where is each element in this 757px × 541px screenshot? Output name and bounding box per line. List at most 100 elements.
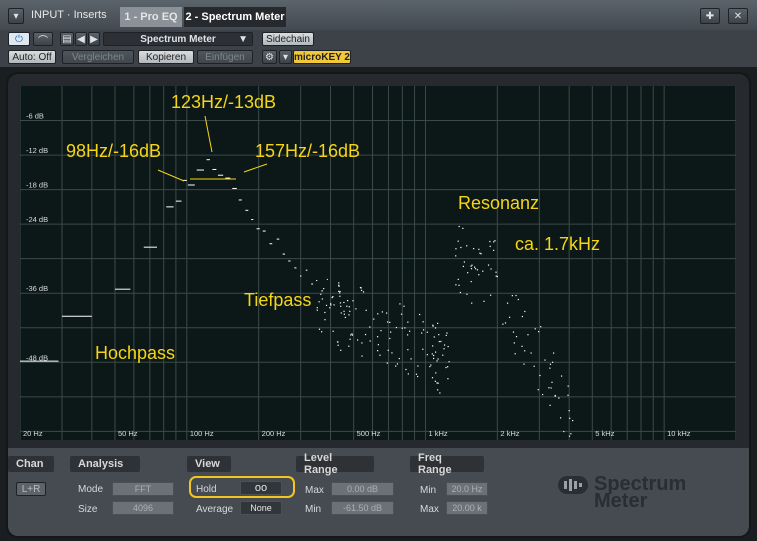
spectrum-point bbox=[493, 249, 495, 251]
spectrum-point bbox=[527, 334, 529, 336]
spectrum-point bbox=[417, 375, 419, 378]
spectrum-point bbox=[445, 334, 447, 336]
preset-list-icon[interactable]: ▤ bbox=[60, 32, 74, 46]
spectrum-point bbox=[348, 314, 350, 316]
auto-button[interactable]: Auto: Off bbox=[8, 50, 56, 64]
spectrum-point bbox=[324, 319, 326, 321]
gear-icon[interactable]: ⚙ bbox=[262, 50, 277, 64]
size-field[interactable]: 4096 bbox=[112, 501, 174, 515]
spectrum-point bbox=[395, 326, 398, 329]
copy-button[interactable]: Kopieren bbox=[138, 50, 194, 64]
spectrum-point bbox=[480, 253, 482, 255]
menu-dropdown-icon[interactable]: ▾ bbox=[8, 8, 24, 24]
spectrum-point bbox=[549, 363, 552, 365]
prev-preset-icon[interactable]: ◀ bbox=[75, 32, 87, 46]
spectrum-point bbox=[467, 272, 469, 274]
spectrum-point bbox=[381, 311, 383, 313]
pin-icon[interactable]: ✚ bbox=[700, 8, 720, 24]
hold-field[interactable]: oo bbox=[240, 481, 282, 495]
spectrum-point bbox=[433, 354, 435, 357]
spectrum-point bbox=[515, 335, 518, 338]
spectrum-point bbox=[344, 316, 346, 319]
preset-dropdown[interactable]: Spectrum Meter ▼ bbox=[103, 32, 253, 46]
sidechain-button[interactable]: Sidechain bbox=[262, 32, 314, 46]
spectrum-point bbox=[478, 274, 480, 276]
spectrum-point bbox=[377, 313, 379, 315]
spectrum-point bbox=[426, 331, 428, 333]
spectrum-point bbox=[400, 313, 403, 315]
spectrum-point bbox=[385, 312, 388, 314]
spectrum-point bbox=[458, 225, 460, 228]
spectrum-point bbox=[330, 304, 332, 306]
spectrum-point bbox=[544, 359, 546, 361]
spectrum-point bbox=[493, 241, 495, 243]
annotation-right: 157Hz/-16dB bbox=[255, 141, 361, 161]
spectrum-point bbox=[496, 275, 498, 278]
freq-max-field[interactable]: 20.00 k bbox=[446, 501, 488, 515]
tab-spectrum-meter[interactable]: 2 - Spectrum Meter bbox=[184, 7, 286, 27]
spectrum-point bbox=[442, 354, 444, 356]
close-icon[interactable]: ✕ bbox=[728, 8, 748, 24]
device-button[interactable]: microKEY 2 bbox=[293, 50, 351, 64]
annotation-peak: 123Hz/-13dB bbox=[171, 92, 277, 112]
spectrum-point bbox=[455, 248, 457, 250]
average-field[interactable]: None bbox=[240, 501, 282, 515]
spectrum-point bbox=[360, 289, 363, 292]
spectrum-point bbox=[511, 295, 513, 297]
spectrum-point bbox=[432, 325, 434, 327]
power-icon[interactable]: ⏻ bbox=[8, 32, 30, 46]
chan-section-title: Chan bbox=[8, 456, 54, 472]
spectrum-point bbox=[439, 392, 441, 394]
spectrum-point bbox=[476, 269, 479, 271]
bypass-icon[interactable]: ⌒ bbox=[33, 32, 53, 47]
spectrum-point bbox=[387, 349, 389, 351]
spectrum-point bbox=[403, 305, 405, 307]
spectrum-point bbox=[348, 306, 350, 308]
spectrum-point bbox=[409, 330, 411, 332]
level-max-field[interactable]: 0.00 dB bbox=[331, 482, 394, 496]
spectrum-point bbox=[325, 304, 328, 306]
spectrum-point bbox=[338, 290, 340, 292]
spectrum-point bbox=[330, 303, 332, 305]
spectrum-point bbox=[568, 410, 570, 412]
next-preset-icon[interactable]: ▶ bbox=[88, 32, 100, 46]
spectrum-point bbox=[426, 354, 428, 356]
spectrum-point bbox=[340, 305, 342, 307]
channel-button[interactable]: L+R bbox=[16, 482, 46, 496]
mode-label: Mode bbox=[78, 484, 104, 495]
spectrum-point bbox=[336, 341, 339, 343]
spectrum-point bbox=[558, 397, 560, 399]
spectrum-point bbox=[349, 338, 351, 340]
spectrum-point bbox=[542, 393, 544, 396]
spectrum-point bbox=[437, 382, 439, 384]
spectrum-point bbox=[515, 294, 517, 297]
spectrum-point bbox=[364, 333, 367, 336]
spectrum-point bbox=[462, 265, 464, 268]
spectrum-point bbox=[379, 354, 381, 356]
device-dropdown-icon[interactable]: ▾ bbox=[279, 50, 292, 64]
spectrum-point bbox=[434, 380, 436, 382]
spectrum-point bbox=[323, 287, 325, 290]
spectrum-point bbox=[459, 291, 461, 294]
spectrum-point bbox=[395, 365, 397, 367]
spectrum-point bbox=[389, 337, 391, 340]
spectrum-point bbox=[346, 300, 349, 302]
tab-pro-eq[interactable]: 1 - Pro EQ bbox=[120, 7, 182, 27]
chevron-down-icon: ▼ bbox=[238, 33, 248, 45]
spectrum-point bbox=[569, 417, 571, 419]
spectrum-point bbox=[470, 280, 472, 283]
paste-button[interactable]: Einfügen bbox=[197, 50, 253, 64]
spectrum-point bbox=[362, 291, 365, 293]
freq-min-field[interactable]: 20.0 Hz bbox=[446, 482, 488, 496]
level-min-field[interactable]: -61.50 dB bbox=[331, 501, 394, 515]
spectrum-point bbox=[567, 394, 569, 396]
brand-line2: Meter bbox=[594, 490, 648, 512]
spectrum-point bbox=[377, 344, 379, 346]
mode-field[interactable]: FFT bbox=[112, 482, 174, 496]
spectrum-point bbox=[537, 389, 539, 391]
compare-button[interactable]: Vergleichen bbox=[62, 50, 134, 64]
annotation-highpass: Hochpass bbox=[95, 343, 176, 363]
freq-tick-label: 2 kHz bbox=[500, 429, 519, 438]
freq-tick-label: 5 kHz bbox=[595, 429, 614, 438]
spectrum-point bbox=[551, 361, 554, 363]
